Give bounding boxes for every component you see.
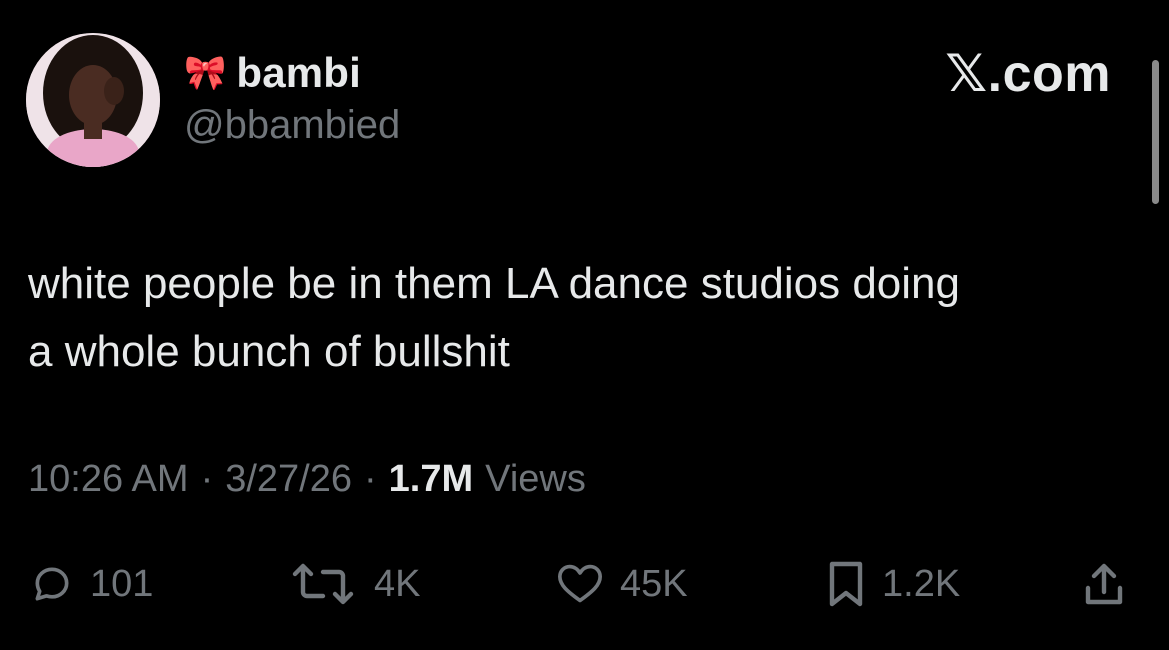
- scrollbar[interactable]: [1152, 60, 1159, 204]
- views-count: 1.7M: [388, 458, 474, 500]
- like-count: 45K: [620, 562, 688, 605]
- heart-icon: [557, 564, 602, 603]
- tweet-card: 🎀 bambi @bbambied 𝕏.com white people be …: [0, 0, 1169, 650]
- author-name-row[interactable]: 🎀 bambi: [184, 48, 361, 98]
- meta-separator: ·: [200, 458, 214, 500]
- tweet-date[interactable]: 3/27/26: [225, 458, 352, 501]
- share-button[interactable]: [1082, 552, 1126, 616]
- bow-emoji-icon: 🎀: [184, 54, 227, 92]
- share-icon: [1085, 563, 1123, 605]
- bookmark-count: 1.2K: [882, 562, 961, 605]
- author-handle[interactable]: @bbambied: [184, 103, 400, 148]
- tweet-text: white people be in them LA dance studios…: [28, 259, 960, 376]
- reply-button[interactable]: 101: [30, 552, 153, 616]
- reply-count: 101: [90, 562, 154, 605]
- avatar[interactable]: [26, 33, 160, 167]
- tweet-meta: 10:26 AM · 3/27/26 · 1.7M Views: [28, 458, 586, 501]
- tweet-time[interactable]: 10:26 AM: [28, 458, 189, 501]
- action-bar: 101 4K 45K 1.2K: [0, 552, 1169, 616]
- like-button[interactable]: 45K: [556, 552, 688, 616]
- retweet-icon: [292, 563, 354, 605]
- meta-separator: ·: [364, 458, 377, 500]
- views-label: Views: [485, 458, 586, 500]
- retweet-count: 4K: [374, 562, 421, 605]
- display-name[interactable]: bambi: [236, 49, 361, 97]
- avatar-image: [26, 33, 160, 167]
- bookmark-button[interactable]: 1.2K: [826, 552, 960, 616]
- retweet-button[interactable]: 4K: [288, 552, 420, 616]
- reply-icon: [35, 567, 69, 601]
- source-label: 𝕏.com: [945, 45, 1111, 103]
- bookmark-icon: [829, 561, 863, 607]
